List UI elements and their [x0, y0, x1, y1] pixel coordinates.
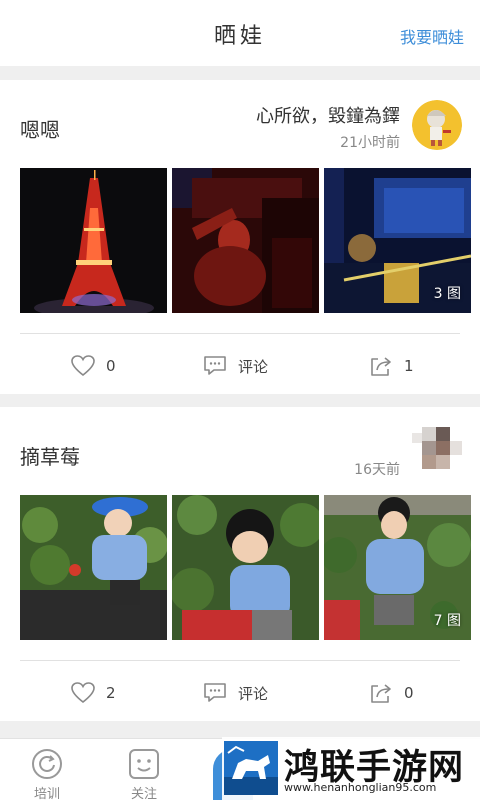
tab-follow-label: 关注 — [130, 787, 157, 800]
watermark: 鸿联手游网 www.henanhonglian95.com — [222, 737, 480, 800]
comment-label: 评论 — [238, 684, 269, 703]
refresh-circle-icon — [32, 749, 62, 779]
post-title: 嗯嗯 — [20, 118, 60, 142]
comment-button[interactable]: 评论 — [202, 675, 268, 711]
comment-icon — [204, 356, 226, 375]
post-photo-button[interactable]: 我要晒娃 — [400, 24, 464, 48]
share-icon — [371, 357, 391, 376]
photo-strawberry-picking-3[interactable]: 7 图 — [324, 495, 471, 640]
photo-eiffel-tower[interactable] — [20, 168, 167, 313]
watermark-logo-icon — [224, 741, 278, 795]
heart-icon — [71, 682, 95, 704]
post-card[interactable]: 嗯嗯 心所欲，毀鐘為鐸 21小时前 3 图 0 评论 1 — [0, 80, 480, 394]
comment-icon — [204, 683, 226, 702]
post-actions: 2 评论 0 — [0, 675, 480, 711]
avatar[interactable] — [412, 100, 462, 150]
watermark-url: www.henanhonglian95.com — [284, 781, 437, 794]
photo-dark-scene[interactable] — [172, 168, 319, 313]
post-title: 摘草莓 — [20, 445, 80, 469]
smiley-face-icon — [129, 749, 159, 779]
tab-training-label: 培训 — [33, 787, 60, 800]
share-count: 0 — [404, 684, 414, 702]
like-count: 0 — [106, 357, 116, 375]
photo-night-museum[interactable]: 3 图 — [324, 168, 471, 313]
avatar[interactable] — [412, 427, 462, 477]
share-count: 1 — [404, 357, 414, 375]
photo-count-badge: 3 图 — [433, 286, 461, 302]
like-button[interactable]: 0 — [70, 348, 116, 384]
photo-strawberry-picking-2[interactable] — [172, 495, 319, 640]
comment-label: 评论 — [238, 357, 269, 376]
tab-follow[interactable]: 关注 — [114, 747, 174, 800]
card-divider — [20, 660, 460, 661]
post-actions: 0 评论 1 — [0, 348, 480, 384]
photo-grid: 3 图 — [20, 168, 471, 313]
like-button[interactable]: 2 — [70, 675, 116, 711]
comment-button[interactable]: 评论 — [202, 348, 268, 384]
post-time: 21小时前 — [340, 135, 400, 151]
tab-training[interactable]: 培训 — [17, 747, 77, 800]
card-divider — [20, 333, 460, 334]
photo-grid: 7 图 — [20, 495, 471, 640]
like-count: 2 — [106, 684, 116, 702]
author-name[interactable]: 心所欲，毀鐘為鐸 — [256, 102, 400, 128]
heart-icon — [71, 355, 95, 377]
post-time: 16天前 — [354, 462, 400, 478]
photo-strawberry-picking-1[interactable] — [20, 495, 167, 640]
post-card[interactable]: 摘草莓 16天前 7 图 2 评论 0 — [0, 407, 480, 721]
top-bar: 晒娃 我要晒娃 — [0, 0, 480, 66]
photo-count-badge: 7 图 — [433, 613, 461, 629]
share-icon — [371, 684, 391, 703]
share-button[interactable]: 1 — [368, 348, 414, 384]
share-button[interactable]: 0 — [368, 675, 414, 711]
